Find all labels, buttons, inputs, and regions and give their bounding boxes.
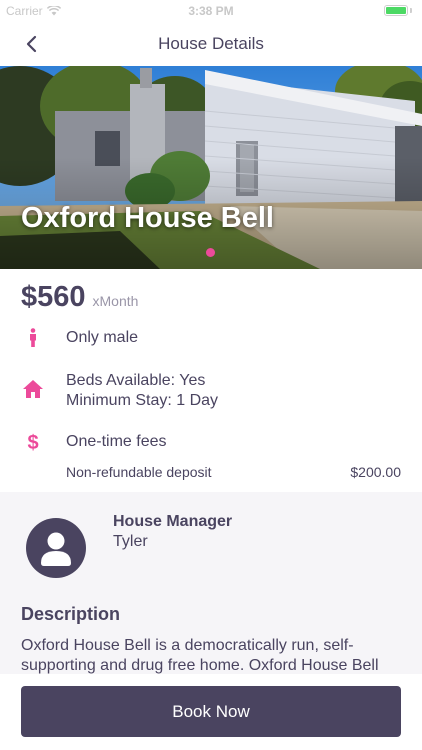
nav-bar: House Details <box>0 22 422 66</box>
dollar-icon: $ <box>27 432 38 453</box>
description-text: Oxford House Bell is a democratically ru… <box>21 637 379 674</box>
fee-item-label: Non-refundable deposit <box>66 464 212 480</box>
price-row: $560 xMonth <box>21 281 138 314</box>
beds-available: Beds Available: Yes <box>66 372 206 389</box>
book-now-button[interactable]: Book Now <box>21 686 401 737</box>
house-title: Oxford House Bell <box>21 202 274 234</box>
fees-title: One-time fees <box>66 433 167 450</box>
page-title: House Details <box>158 34 264 53</box>
bottom-action-bar: Book Now <box>0 674 422 750</box>
battery-icon <box>384 5 412 16</box>
home-icon <box>23 380 43 398</box>
house-photo-carousel[interactable]: Oxford House Bell <box>0 66 422 269</box>
minimum-stay: Minimum Stay: 1 Day <box>66 392 219 409</box>
manager-name: Tyler <box>113 533 148 550</box>
house-photo <box>0 66 422 269</box>
manager-heading: House Manager <box>113 513 233 530</box>
carousel-page-dot[interactable] <box>206 248 215 257</box>
status-time: 3:38 PM <box>188 4 234 18</box>
price-unit: xMonth <box>92 293 139 309</box>
user-avatar-icon <box>26 518 86 578</box>
description-heading: Description <box>21 604 121 624</box>
svg-text:$: $ <box>27 432 38 453</box>
price-amount: $560 <box>21 281 86 313</box>
male-person-icon <box>30 328 36 347</box>
status-bar: Carrier 3:38 PM <box>0 0 422 22</box>
fee-item-amount: $200.00 <box>350 464 401 480</box>
gender-restriction: Only male <box>66 329 139 346</box>
